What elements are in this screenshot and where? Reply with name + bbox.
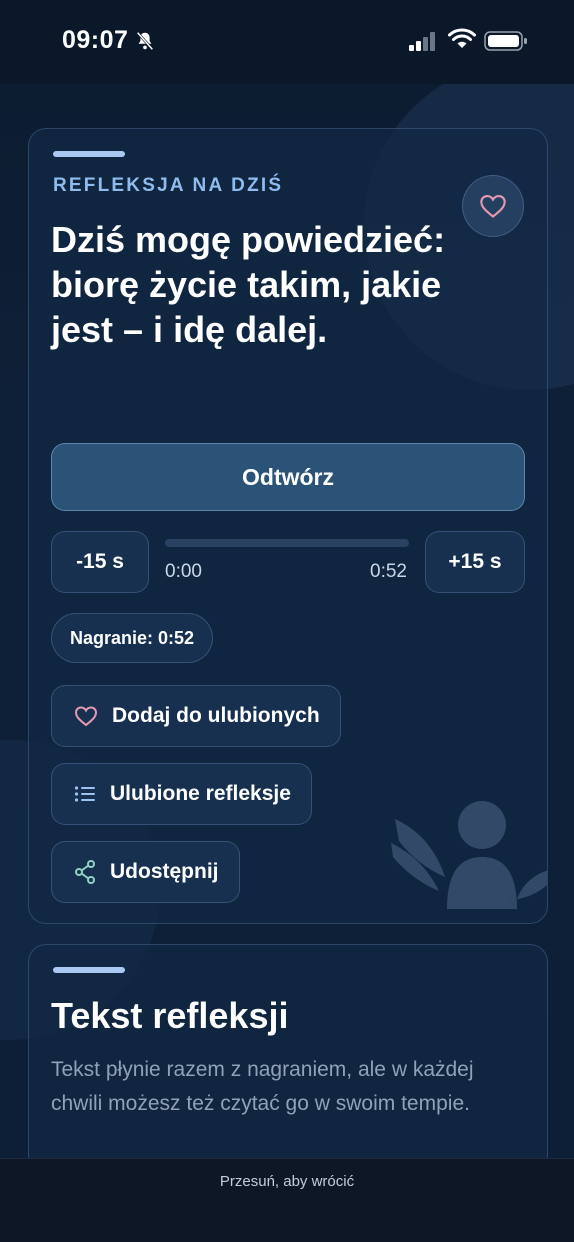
status-bar: 09:07 <box>0 0 574 84</box>
favorite-reflections-button[interactable]: Ulubione refleksje <box>51 763 312 825</box>
list-icon <box>74 786 95 802</box>
favorite-reflections-label: Ulubione refleksje <box>110 782 291 805</box>
eyebrow-label: REFLEKSJA NA DZIŚ <box>53 175 284 196</box>
add-to-favorites-label: Dodaj do ulubionych <box>112 704 320 727</box>
progress-slider[interactable] <box>165 539 409 547</box>
bell-slash-icon <box>136 31 154 51</box>
share-label: Udostępnij <box>110 860 219 883</box>
reflection-card: REFLEKSJA NA DZIŚ Dziś mogę powiedzieć: … <box>28 128 548 924</box>
add-to-favorites-button[interactable]: Dodaj do ulubionych <box>51 685 341 747</box>
accent-bar <box>53 967 125 973</box>
heart-icon <box>480 195 506 218</box>
screen: 09:07 REFLEKSJA NA DZIŚ Dziś mogę powied… <box>0 0 574 1242</box>
skip-back-button[interactable]: -15 s <box>51 531 149 593</box>
share-button[interactable]: Udostępnij <box>51 841 240 903</box>
skip-forward-button[interactable]: +15 s <box>425 531 525 593</box>
section-title: Tekst refleksji <box>51 995 289 1036</box>
total-time: 0:52 <box>370 561 407 582</box>
signal-icon <box>409 32 435 51</box>
current-time: 0:00 <box>165 561 202 582</box>
heart-icon <box>74 706 98 727</box>
battery-icon <box>484 31 527 51</box>
status-time: 09:07 <box>62 26 129 54</box>
play-button[interactable]: Odtwórz <box>51 443 525 511</box>
reflection-headline: Dziś mogę powiedzieć: biorę życie takim,… <box>51 219 446 350</box>
swipe-back-hint: Przesuń, aby wrócić <box>219 1173 355 1190</box>
recording-duration-badge: Nagranie: 0:52 <box>51 613 214 663</box>
favorite-toggle-button[interactable] <box>462 175 524 237</box>
angel-watermark-icon <box>391 801 547 909</box>
share-icon <box>75 860 95 884</box>
accent-bar <box>53 151 125 157</box>
bottom-bar[interactable]: Przesuń, aby wrócić <box>0 1158 574 1242</box>
section-body: Tekst płynie razem z nagraniem, ale w ka… <box>51 1058 474 1115</box>
wifi-icon <box>448 28 476 48</box>
